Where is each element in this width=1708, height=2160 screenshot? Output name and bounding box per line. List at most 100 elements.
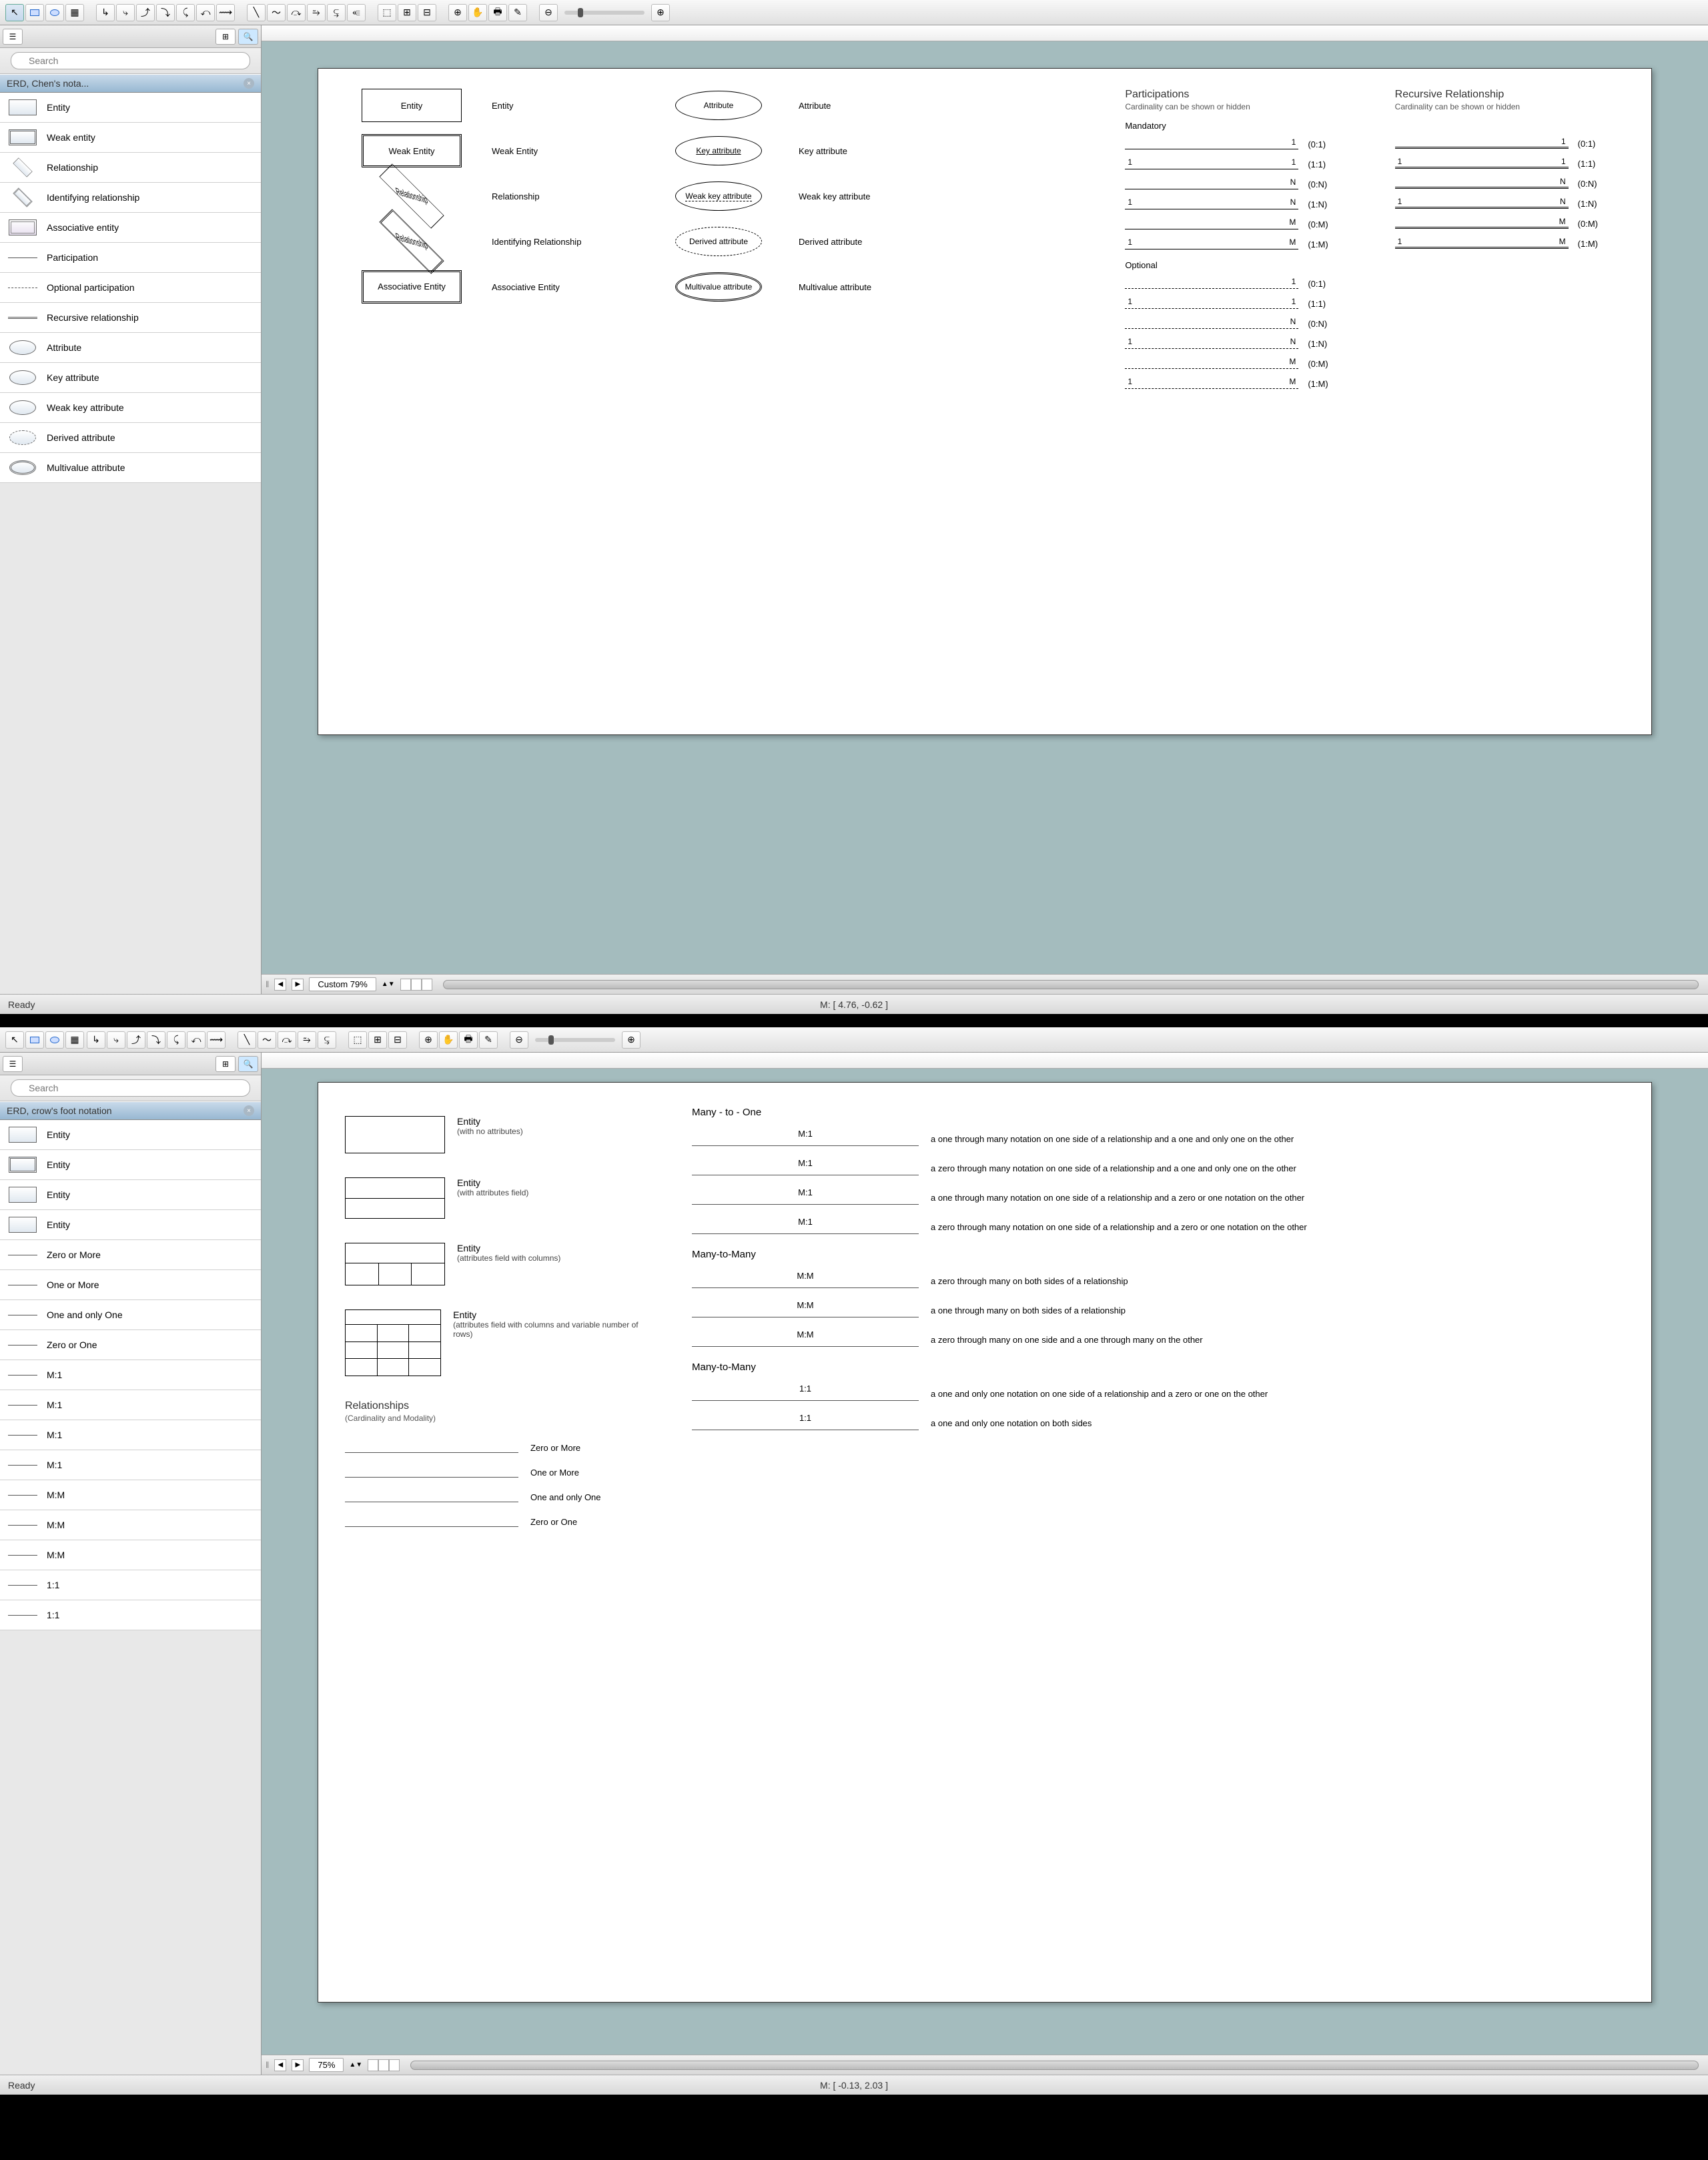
palette-item-attribute[interactable]: Attribute	[0, 333, 261, 363]
search-toggle-button[interactable]: 🔍	[238, 29, 258, 45]
palette-item[interactable]: M:M	[0, 1510, 261, 1540]
palette-item[interactable]: 1:1	[0, 1600, 261, 1630]
palette-item-optional[interactable]: Optional participation	[0, 273, 261, 303]
page-prev-button[interactable]: ◀	[274, 2059, 286, 2071]
zoom-tool[interactable]: ⊕	[419, 1031, 438, 1049]
canvas-page[interactable]: Entity Entity Attribute Attribute Weak E…	[318, 68, 1652, 735]
view-mode-toggle[interactable]	[400, 979, 432, 991]
page-next-button[interactable]: ▶	[292, 979, 304, 991]
rectangle-tool[interactable]	[25, 1031, 44, 1049]
align-tool[interactable]: ⊟	[388, 1031, 407, 1049]
path-3[interactable]: ⥹	[318, 1031, 336, 1049]
participation-line[interactable]: 1M	[1125, 237, 1298, 249]
participation-line[interactable]: 1N	[1125, 197, 1298, 209]
connector-6[interactable]: ⤺	[187, 1031, 205, 1049]
connector-tool-3[interactable]: ⤴	[136, 4, 155, 21]
participation-line[interactable]: 11	[1125, 297, 1298, 309]
entity-rows[interactable]	[345, 1309, 441, 1376]
horizontal-scrollbar[interactable]	[443, 980, 1699, 989]
ellipse-tool[interactable]	[45, 4, 64, 21]
relationship-line[interactable]: M:M	[692, 1303, 919, 1317]
table-tool[interactable]: ▦	[65, 1031, 84, 1049]
palette-header-2[interactable]: ERD, crow's foot notation ×	[0, 1101, 261, 1120]
entity-no-attrs[interactable]	[345, 1116, 445, 1153]
palette-close-icon[interactable]: ×	[244, 78, 254, 89]
connector-tool-1[interactable]: ↳	[96, 4, 115, 21]
eyedropper-tool[interactable]: ✎	[479, 1031, 498, 1049]
entity-attrs[interactable]	[345, 1177, 445, 1219]
page-next-button[interactable]: ▶	[292, 2059, 304, 2071]
participation-line[interactable]: N	[1395, 177, 1569, 189]
participation-line[interactable]: 1N	[1395, 197, 1569, 209]
zoom-in-button[interactable]: ⊕	[622, 1031, 640, 1049]
cardinality-line[interactable]	[345, 1518, 518, 1527]
print-tool[interactable]: 🖶	[459, 1031, 478, 1049]
participation-line[interactable]: 11	[1125, 157, 1298, 169]
align-tool[interactable]: ⊟	[418, 4, 436, 21]
palette-item[interactable]: Entity	[0, 1180, 261, 1210]
connector-4[interactable]: ⤵	[147, 1031, 165, 1049]
tree-view-button[interactable]: ☰	[3, 1056, 23, 1072]
zoom-in-button[interactable]: ⊕	[651, 4, 670, 21]
zoom-in-icon[interactable]: ⊕	[448, 4, 467, 21]
connector-5[interactable]: ⤹	[167, 1031, 185, 1049]
ungroup-tool[interactable]: ⊞	[398, 4, 416, 21]
palette-item[interactable]: 1:1	[0, 1570, 261, 1600]
participation-line[interactable]: 1	[1125, 277, 1298, 289]
palette-header[interactable]: ERD, Chen's nota... ×	[0, 74, 261, 93]
participation-line[interactable]: M	[1125, 357, 1298, 369]
cardinality-line[interactable]	[345, 1493, 518, 1502]
palette-item[interactable]: M:1	[0, 1420, 261, 1450]
palette-item[interactable]: M:1	[0, 1390, 261, 1420]
zoom-slider[interactable]	[564, 11, 645, 15]
palette-item[interactable]: M:M	[0, 1480, 261, 1510]
print-tool[interactable]: 🖶	[488, 4, 507, 21]
connector-2[interactable]: ⤷	[107, 1031, 125, 1049]
palette-item-identifying[interactable]: Identifying relationship	[0, 183, 261, 213]
path-tool-1[interactable]: ⤼	[287, 4, 306, 21]
rectangle-tool[interactable]	[25, 4, 44, 21]
path-1[interactable]: ⤼	[278, 1031, 296, 1049]
shape-weak-entity[interactable]: Weak Entity	[362, 134, 462, 167]
shape-attribute[interactable]: Attribute	[675, 91, 762, 120]
palette-item-participation[interactable]: Participation	[0, 243, 261, 273]
relationship-line[interactable]: M:1	[692, 1219, 919, 1234]
connector-tool-4[interactable]: ⤵	[156, 4, 175, 21]
relationship-line[interactable]: 1:1	[692, 1386, 919, 1401]
palette-item[interactable]: M:1	[0, 1360, 261, 1390]
palette-item[interactable]: Entity	[0, 1150, 261, 1180]
participation-line[interactable]: M	[1395, 217, 1569, 229]
ellipse-tool[interactable]	[45, 1031, 64, 1049]
zoom-out-button[interactable]: ⊖	[510, 1031, 528, 1049]
path-tool-4[interactable]: ⥺	[347, 4, 366, 21]
shape-weak-key[interactable]: Weak key attribute	[675, 181, 762, 211]
connector-7[interactable]: ⟿	[207, 1031, 226, 1049]
zoom-slider[interactable]	[535, 1038, 615, 1042]
connector-3[interactable]: ⤴	[127, 1031, 145, 1049]
ungroup-tool[interactable]: ⊞	[368, 1031, 387, 1049]
palette-item-relationship[interactable]: Relationship	[0, 153, 261, 183]
connector-tool-2[interactable]: ⤷	[116, 4, 135, 21]
participation-line[interactable]: N	[1125, 177, 1298, 189]
eyedropper-tool[interactable]: ✎	[508, 4, 527, 21]
tree-view-button[interactable]: ☰	[3, 29, 23, 45]
participation-line[interactable]: 1M	[1125, 377, 1298, 389]
line-tool[interactable]: ╲	[247, 4, 266, 21]
entity-cols[interactable]	[345, 1243, 445, 1285]
palette-item-entity[interactable]: Entity	[0, 93, 261, 123]
shape-entity[interactable]: Entity	[362, 89, 462, 122]
shape-associative[interactable]: Associative Entity	[362, 270, 462, 304]
participation-line[interactable]: M	[1125, 217, 1298, 229]
path-tool-3[interactable]: ⥹	[327, 4, 346, 21]
relationship-line[interactable]: M:M	[692, 1332, 919, 1347]
palette-item-associative[interactable]: Associative entity	[0, 213, 261, 243]
connector-1[interactable]: ↳	[87, 1031, 105, 1049]
participation-line[interactable]: N	[1125, 317, 1298, 329]
participation-line[interactable]: 11	[1395, 157, 1569, 169]
relationship-line[interactable]: M:M	[692, 1273, 919, 1288]
participation-line[interactable]: 1	[1395, 137, 1569, 149]
search-input[interactable]	[11, 1079, 250, 1097]
group-tool[interactable]: ⬚	[348, 1031, 367, 1049]
palette-item[interactable]: One or More	[0, 1270, 261, 1300]
canvas-scroll[interactable]: Entity(with no attributes) Entity(with a…	[262, 1069, 1708, 2055]
